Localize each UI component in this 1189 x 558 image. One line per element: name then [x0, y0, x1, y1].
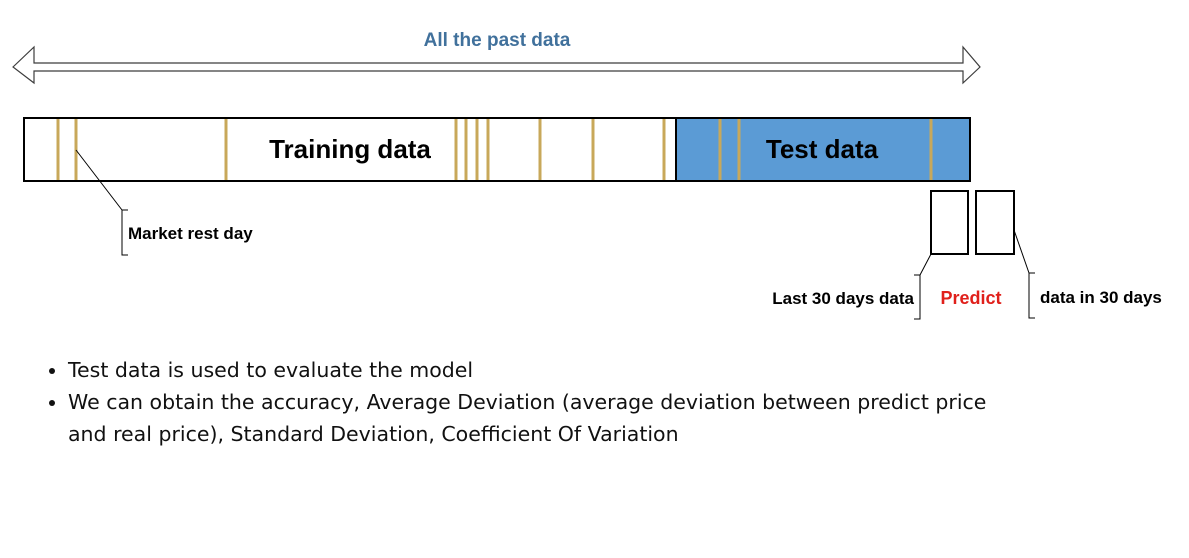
- next-30-leader-line: [1013, 229, 1030, 274]
- next-30-bracket: [1028, 272, 1035, 319]
- training-data-label: Training data: [269, 134, 431, 164]
- bullet-item: Test data is used to evaluate the model: [68, 354, 1028, 386]
- all-past-data-title: All the past data: [424, 30, 571, 51]
- market-rest-day-label: Market rest day: [128, 224, 253, 243]
- data-in-30-days-label: data in 30 days: [1040, 288, 1162, 307]
- timeline-diagram: All the past data Training data Test dat…: [12, 30, 1162, 320]
- all-data-double-arrow: [12, 45, 981, 85]
- last-30-bracket: [914, 274, 921, 320]
- predict-label: Predict: [940, 288, 1001, 308]
- last-30-leader-line: [919, 253, 932, 276]
- last-30-days-label: Last 30 days data: [772, 289, 914, 308]
- test-data-label: Test data: [766, 134, 879, 164]
- next-30-days-box: [975, 190, 1015, 255]
- bullet-item: We can obtain the accuracy, Average Devi…: [68, 386, 1028, 450]
- last-30-days-box: [930, 190, 969, 255]
- bullet-list: Test data is used to evaluate the model …: [36, 354, 1028, 450]
